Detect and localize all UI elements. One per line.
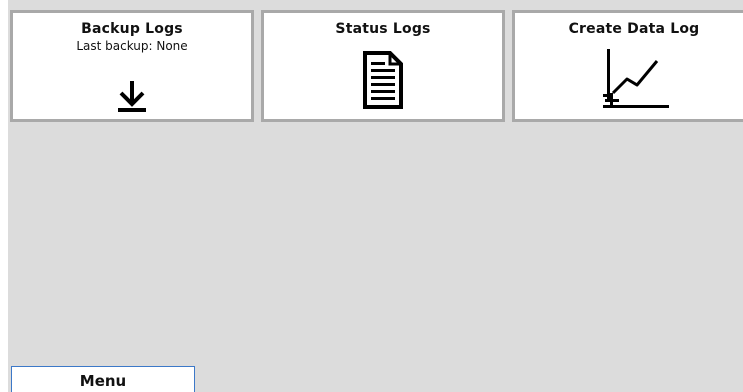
status-logs-title: Status Logs	[335, 21, 431, 37]
create-chart-icon	[603, 49, 669, 108]
last-backup-status: Last backup: None	[76, 39, 188, 53]
download-icon	[118, 81, 146, 112]
backup-logs-tile[interactable]: Backup Logs Last backup: None	[10, 10, 254, 122]
status-logs-tile[interactable]: Status Logs	[261, 10, 505, 122]
log-screen: Backup Logs Last backup: None Status Log…	[0, 0, 743, 392]
menu-button[interactable]: Menu	[11, 366, 195, 392]
document-icon	[363, 51, 403, 109]
left-edge-strip	[0, 0, 8, 392]
create-data-log-title: Create Data Log	[568, 21, 700, 37]
create-data-log-tile[interactable]: Create Data Log	[512, 10, 743, 122]
backup-logs-title: Backup Logs	[81, 21, 183, 37]
